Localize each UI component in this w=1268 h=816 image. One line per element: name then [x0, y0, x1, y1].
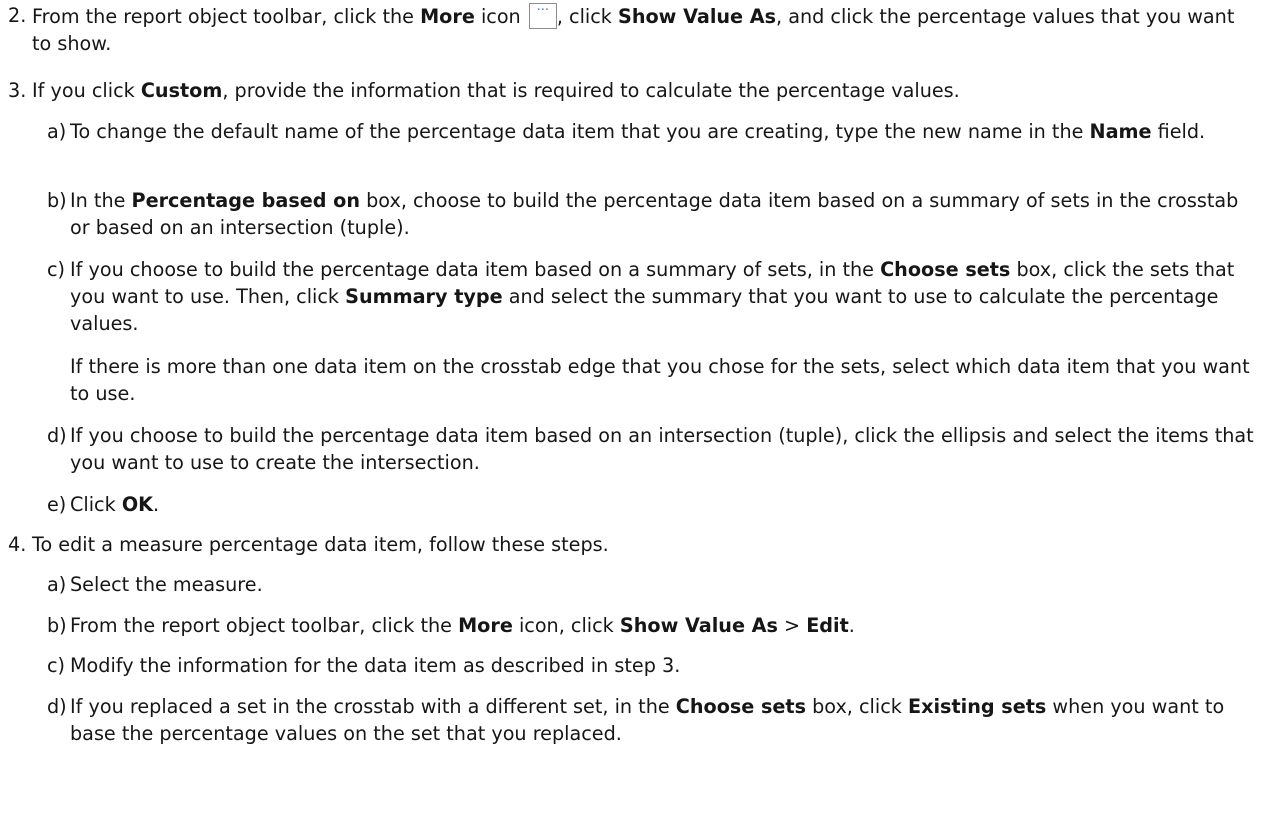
- step-4a: a) Select the measure.: [47, 572, 1260, 599]
- substep-text: Modify the information for the data item…: [70, 654, 681, 677]
- more-horizontal-icon: ···: [528, 3, 557, 29]
- step-4b: b) From the report object toolbar, click…: [47, 613, 1260, 640]
- substep-letter: c): [47, 654, 66, 677]
- step-number: 3.: [8, 79, 27, 102]
- substep-text: In the Percentage based on box, choose t…: [70, 189, 1239, 239]
- step-3a: a) To change the default name of the per…: [47, 119, 1260, 146]
- substep-letter: b): [47, 614, 67, 637]
- step-3c: c) If you choose to build the percentage…: [47, 257, 1260, 338]
- substep-letter: d): [47, 695, 67, 718]
- substep-letter: a): [47, 573, 67, 596]
- step-text: From the report object toolbar, click th…: [32, 3, 1235, 55]
- substep-text: Select the measure.: [70, 573, 263, 596]
- step-2: 2. From the report object toolbar, click…: [8, 3, 1258, 58]
- substep-text: If you choose to build the percentage da…: [70, 258, 1235, 335]
- step-3d: d) If you choose to build the percentage…: [47, 423, 1260, 477]
- substep-text: If you replaced a set in the crosstab wi…: [70, 695, 1225, 745]
- substep-text: Click OK.: [70, 493, 160, 516]
- step-4c: c) Modify the information for the data i…: [47, 653, 1260, 680]
- step-number: 2.: [8, 4, 27, 27]
- substep-letter: e): [47, 493, 67, 516]
- step-3c-note: If there is more than one data item on t…: [70, 355, 1250, 405]
- step-4: 4. To edit a measure percentage data ite…: [8, 532, 1258, 559]
- substep-letter: c): [47, 258, 66, 281]
- substep-text: From the report object toolbar, click th…: [70, 614, 855, 637]
- step-3b: b) In the Percentage based on box, choos…: [47, 188, 1260, 242]
- substep-text: To change the default name of the percen…: [70, 120, 1206, 143]
- step-3e: e) Click OK.: [47, 492, 1260, 519]
- step-number: 4.: [8, 533, 27, 556]
- substep-letter: a): [47, 120, 67, 143]
- substep-text: If you choose to build the percentage da…: [70, 424, 1254, 474]
- step-4d: d) If you replaced a set in the crosstab…: [47, 694, 1260, 748]
- step-3: 3. If you click Custom, provide the info…: [8, 78, 1258, 105]
- step-text: To edit a measure percentage data item, …: [32, 533, 609, 556]
- substep-letter: d): [47, 424, 67, 447]
- substep-letter: b): [47, 189, 67, 212]
- step-text: If you click Custom, provide the informa…: [32, 79, 960, 102]
